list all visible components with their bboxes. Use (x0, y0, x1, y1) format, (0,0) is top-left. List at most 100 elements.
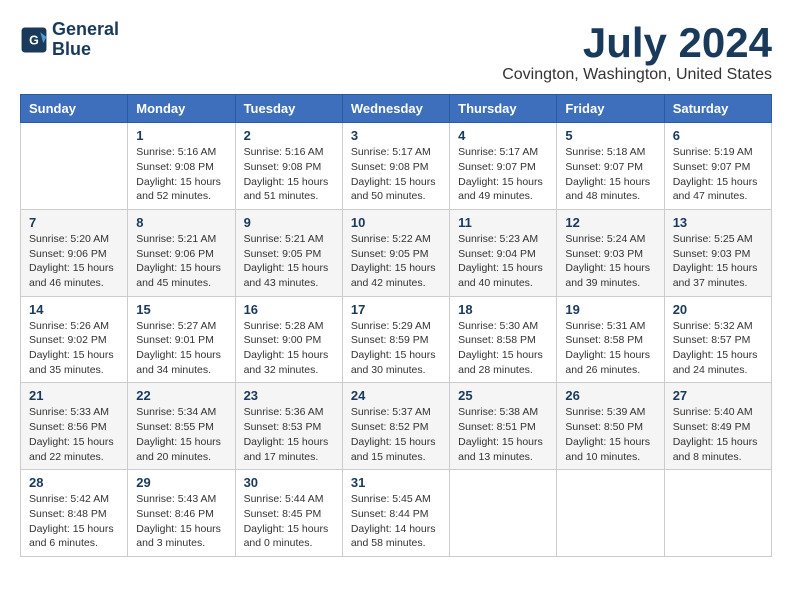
week-row-1: 1 Sunrise: 5:16 AM Sunset: 9:08 PM Daylig… (21, 123, 772, 210)
day-info: Sunrise: 5:24 AM Sunset: 9:03 PM Dayligh… (565, 232, 655, 291)
subtitle: Covington, Washington, United States (502, 66, 772, 84)
day-info: Sunrise: 5:45 AM Sunset: 8:44 PM Dayligh… (351, 492, 441, 551)
day-info: Sunrise: 5:16 AM Sunset: 9:08 PM Dayligh… (136, 145, 226, 204)
weekday-header-row: SundayMondayTuesdayWednesdayThursdayFrid… (21, 95, 772, 123)
calendar-cell: 16Sunrise: 5:28 AM Sunset: 9:00 PM Dayli… (235, 296, 342, 383)
main-title: July 2024 (502, 20, 772, 66)
day-info: Sunrise: 5:18 AM Sunset: 9:07 PM Dayligh… (565, 145, 655, 204)
calendar-cell (21, 123, 128, 210)
day-info: Sunrise: 5:40 AM Sunset: 8:49 PM Dayligh… (673, 405, 763, 464)
day-info: Sunrise: 5:30 AM Sunset: 8:58 PM Dayligh… (458, 319, 548, 378)
weekday-header-saturday: Saturday (664, 95, 771, 123)
week-row-4: 21Sunrise: 5:33 AM Sunset: 8:56 PM Dayli… (21, 383, 772, 470)
day-info: Sunrise: 5:32 AM Sunset: 8:57 PM Dayligh… (673, 319, 763, 378)
day-number: 20 (673, 302, 763, 317)
logo-icon: G (20, 26, 48, 54)
day-number: 15 (136, 302, 226, 317)
calendar-cell: 24 Sunrise: 5:37 AM Sunset: 8:52 PM Dayli… (342, 383, 449, 470)
calendar-cell: 3Sunrise: 5:17 AM Sunset: 9:08 PM Daylig… (342, 123, 449, 210)
day-info: Sunrise: 5:36 AM Sunset: 8:53 PM Dayligh… (244, 405, 334, 464)
day-info: Sunrise: 5:37 AM Sunset: 8:52 PM Dayligh… (351, 405, 441, 464)
calendar-cell: 4 Sunrise: 5:17 AM Sunset: 9:07 PM Daylig… (450, 123, 557, 210)
calendar-cell: 13 Sunrise: 5:25 AM Sunset: 9:03 PM Dayli… (664, 209, 771, 296)
calendar-cell: 10 Sunrise: 5:22 AM Sunset: 9:05 PM Dayli… (342, 209, 449, 296)
calendar-cell: 9 Sunrise: 5:21 AM Sunset: 9:05 PM Daylig… (235, 209, 342, 296)
day-number: 4 (458, 128, 548, 143)
day-number: 27 (673, 388, 763, 403)
day-info: Sunrise: 5:26 AM Sunset: 9:02 PM Dayligh… (29, 319, 119, 378)
calendar-cell: 2 Sunrise: 5:16 AM Sunset: 9:08 PM Daylig… (235, 123, 342, 210)
svg-text:G: G (29, 33, 39, 47)
calendar-cell: 7Sunrise: 5:20 AM Sunset: 9:06 PM Daylig… (21, 209, 128, 296)
day-number: 1 (136, 128, 226, 143)
calendar-cell (450, 470, 557, 557)
day-info: Sunrise: 5:22 AM Sunset: 9:05 PM Dayligh… (351, 232, 441, 291)
logo: G General Blue (20, 20, 119, 60)
calendar-cell: 25Sunrise: 5:38 AM Sunset: 8:51 PM Dayli… (450, 383, 557, 470)
day-number: 19 (565, 302, 655, 317)
calendar-cell: 28Sunrise: 5:42 AM Sunset: 8:48 PM Dayli… (21, 470, 128, 557)
day-number: 12 (565, 215, 655, 230)
calendar-cell: 5 Sunrise: 5:18 AM Sunset: 9:07 PM Daylig… (557, 123, 664, 210)
calendar-cell (557, 470, 664, 557)
day-info: Sunrise: 5:16 AM Sunset: 9:08 PM Dayligh… (244, 145, 334, 204)
day-info: Sunrise: 5:21 AM Sunset: 9:05 PM Dayligh… (244, 232, 334, 291)
calendar-cell: 21Sunrise: 5:33 AM Sunset: 8:56 PM Dayli… (21, 383, 128, 470)
day-number: 11 (458, 215, 548, 230)
logo-text: General Blue (52, 20, 119, 60)
day-info: Sunrise: 5:27 AM Sunset: 9:01 PM Dayligh… (136, 319, 226, 378)
week-row-5: 28Sunrise: 5:42 AM Sunset: 8:48 PM Dayli… (21, 470, 772, 557)
weekday-header-monday: Monday (128, 95, 235, 123)
weekday-header-wednesday: Wednesday (342, 95, 449, 123)
weekday-header-tuesday: Tuesday (235, 95, 342, 123)
calendar-cell: 18 Sunrise: 5:30 AM Sunset: 8:58 PM Dayli… (450, 296, 557, 383)
day-info: Sunrise: 5:43 AM Sunset: 8:46 PM Dayligh… (136, 492, 226, 551)
calendar-cell: 11 Sunrise: 5:23 AM Sunset: 9:04 PM Dayli… (450, 209, 557, 296)
calendar-cell: 6Sunrise: 5:19 AM Sunset: 9:07 PM Daylig… (664, 123, 771, 210)
day-number: 29 (136, 475, 226, 490)
header: G General Blue July 2024 Covington, Wash… (20, 20, 772, 84)
day-info: Sunrise: 5:38 AM Sunset: 8:51 PM Dayligh… (458, 405, 548, 464)
day-number: 21 (29, 388, 119, 403)
day-info: Sunrise: 5:20 AM Sunset: 9:06 PM Dayligh… (29, 232, 119, 291)
calendar-cell: 19 Sunrise: 5:31 AM Sunset: 8:58 PM Dayli… (557, 296, 664, 383)
day-info: Sunrise: 5:17 AM Sunset: 9:08 PM Dayligh… (351, 145, 441, 204)
day-number: 24 (351, 388, 441, 403)
day-number: 2 (244, 128, 334, 143)
day-number: 6 (673, 128, 763, 143)
day-number: 18 (458, 302, 548, 317)
day-number: 5 (565, 128, 655, 143)
day-info: Sunrise: 5:25 AM Sunset: 9:03 PM Dayligh… (673, 232, 763, 291)
weekday-header-thursday: Thursday (450, 95, 557, 123)
calendar-table: SundayMondayTuesdayWednesdayThursdayFrid… (20, 94, 772, 557)
day-info: Sunrise: 5:28 AM Sunset: 9:00 PM Dayligh… (244, 319, 334, 378)
day-number: 17 (351, 302, 441, 317)
weekday-header-sunday: Sunday (21, 95, 128, 123)
day-info: Sunrise: 5:39 AM Sunset: 8:50 PM Dayligh… (565, 405, 655, 464)
day-info: Sunrise: 5:44 AM Sunset: 8:45 PM Dayligh… (244, 492, 334, 551)
day-number: 31 (351, 475, 441, 490)
calendar-cell: 12 Sunrise: 5:24 AM Sunset: 9:03 PM Dayli… (557, 209, 664, 296)
day-number: 8 (136, 215, 226, 230)
calendar-cell: 8Sunrise: 5:21 AM Sunset: 9:06 PM Daylig… (128, 209, 235, 296)
calendar-cell: 15 Sunrise: 5:27 AM Sunset: 9:01 PM Dayli… (128, 296, 235, 383)
calendar-cell (664, 470, 771, 557)
calendar-cell: 20 Sunrise: 5:32 AM Sunset: 8:57 PM Dayli… (664, 296, 771, 383)
title-area: July 2024 Covington, Washington, United … (502, 20, 772, 84)
calendar-cell: 29 Sunrise: 5:43 AM Sunset: 8:46 PM Dayli… (128, 470, 235, 557)
day-number: 30 (244, 475, 334, 490)
calendar-cell: 26 Sunrise: 5:39 AM Sunset: 8:50 PM Dayli… (557, 383, 664, 470)
day-number: 28 (29, 475, 119, 490)
day-number: 26 (565, 388, 655, 403)
calendar-cell: 30 Sunrise: 5:44 AM Sunset: 8:45 PM Dayli… (235, 470, 342, 557)
day-number: 10 (351, 215, 441, 230)
day-info: Sunrise: 5:31 AM Sunset: 8:58 PM Dayligh… (565, 319, 655, 378)
day-info: Sunrise: 5:17 AM Sunset: 9:07 PM Dayligh… (458, 145, 548, 204)
day-number: 13 (673, 215, 763, 230)
week-row-2: 7Sunrise: 5:20 AM Sunset: 9:06 PM Daylig… (21, 209, 772, 296)
calendar-cell: 14Sunrise: 5:26 AM Sunset: 9:02 PM Dayli… (21, 296, 128, 383)
calendar-cell: 31 Sunrise: 5:45 AM Sunset: 8:44 PM Dayli… (342, 470, 449, 557)
day-number: 9 (244, 215, 334, 230)
day-info: Sunrise: 5:23 AM Sunset: 9:04 PM Dayligh… (458, 232, 548, 291)
calendar-cell: 23Sunrise: 5:36 AM Sunset: 8:53 PM Dayli… (235, 383, 342, 470)
